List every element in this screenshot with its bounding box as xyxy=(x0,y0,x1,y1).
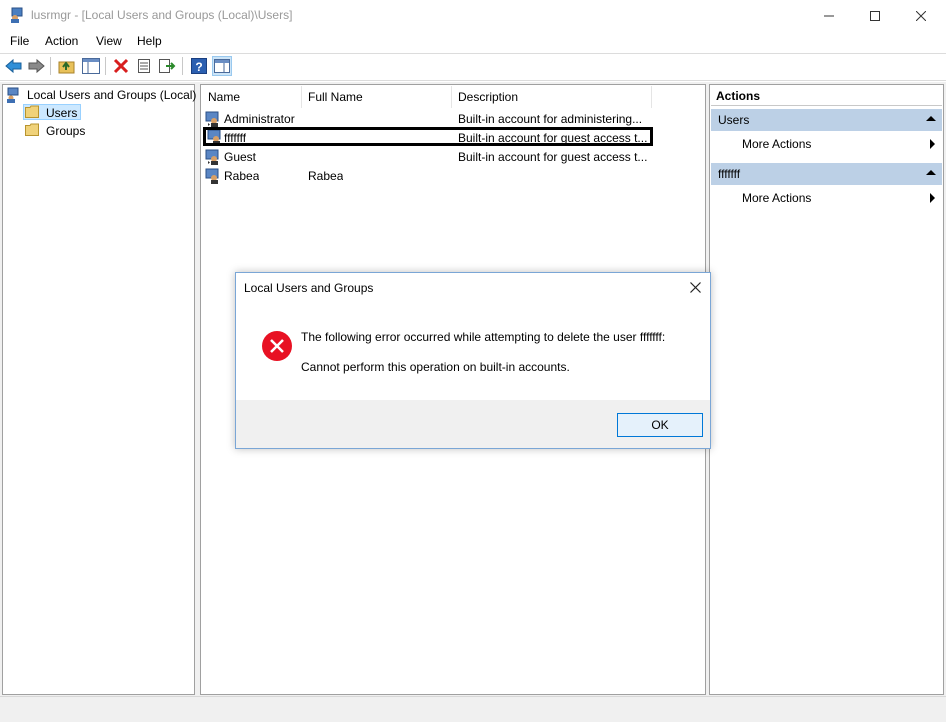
actions-section-users[interactable]: Users xyxy=(711,109,942,131)
actions-section-selected-user[interactable]: fffffff xyxy=(711,163,942,185)
toolbar-separator xyxy=(50,57,51,75)
delete-icon xyxy=(113,58,129,74)
maximize-button[interactable] xyxy=(852,0,898,31)
show-hide-tree-button[interactable] xyxy=(81,56,101,76)
user-icon xyxy=(205,149,221,165)
submenu-arrow-icon xyxy=(930,139,935,149)
column-header-full-name[interactable]: Full Name xyxy=(302,86,452,108)
close-icon xyxy=(689,281,701,293)
error-icon xyxy=(261,330,293,362)
menu-help[interactable]: Help xyxy=(137,34,162,48)
close-icon xyxy=(916,10,926,21)
folder-icon xyxy=(25,123,39,136)
selected-row-outline xyxy=(203,127,653,146)
properties-icon xyxy=(138,59,150,73)
error-message-line-2: Cannot perform this operation on built-i… xyxy=(301,360,570,374)
submenu-arrow-icon xyxy=(930,193,935,203)
show-hide-tree-icon xyxy=(82,58,100,74)
export-list-icon xyxy=(159,59,176,73)
description-cell: Built-in account for guest access t... xyxy=(458,150,648,164)
lusrmgr-app-icon xyxy=(9,7,25,23)
user-icon xyxy=(205,111,221,127)
user-name-cell[interactable]: Guest xyxy=(224,150,256,164)
delete-button[interactable] xyxy=(111,56,131,76)
user-name-cell[interactable]: Rabea xyxy=(224,169,259,183)
status-bar xyxy=(0,696,946,722)
collapse-up-icon[interactable] xyxy=(926,170,936,175)
dialog-title: Local Users and Groups xyxy=(244,281,374,295)
show-action-pane-button[interactable] xyxy=(212,56,232,76)
toolbar-separator xyxy=(105,57,106,75)
full-name-cell: Rabea xyxy=(308,169,344,183)
export-list-button[interactable] xyxy=(157,56,177,76)
more-actions-link[interactable]: More Actions xyxy=(742,137,811,151)
tree-item-groups[interactable]: Groups xyxy=(46,124,85,138)
actions-title: Actions xyxy=(711,86,942,106)
svg-text:?: ? xyxy=(195,60,202,74)
close-button[interactable] xyxy=(898,0,944,31)
console-tree-pane xyxy=(2,84,195,695)
tree-root[interactable]: Local Users and Groups (Local) xyxy=(27,88,196,102)
collapse-up-icon[interactable] xyxy=(926,116,936,121)
column-header-description[interactable]: Description xyxy=(452,86,652,108)
menu-file[interactable]: File xyxy=(10,34,29,48)
window-title: lusrmgr - [Local Users and Groups (Local… xyxy=(31,8,293,22)
back-button[interactable] xyxy=(4,56,24,76)
menu-action[interactable]: Action xyxy=(45,34,78,48)
maximize-icon xyxy=(870,10,880,21)
menu-view[interactable]: View xyxy=(96,34,122,48)
column-header-name[interactable]: Name xyxy=(202,86,302,108)
computer-users-icon xyxy=(6,87,22,103)
properties-button[interactable] xyxy=(134,56,154,76)
minimize-button[interactable] xyxy=(806,0,852,31)
folder-icon xyxy=(25,105,39,118)
user-name-cell[interactable]: Administrator xyxy=(224,112,295,126)
back-arrow-icon xyxy=(5,58,22,74)
error-message-line-1: The following error occurred while attem… xyxy=(301,330,666,344)
help-button[interactable]: ? xyxy=(189,56,209,76)
up-level-button[interactable] xyxy=(57,56,77,76)
toolbar-separator xyxy=(182,57,183,75)
description-cell: Built-in account for administering... xyxy=(458,112,643,126)
user-icon xyxy=(205,168,221,184)
tree-item-users[interactable]: Users xyxy=(46,106,77,120)
help-icon: ? xyxy=(191,58,207,74)
dialog-close-button[interactable] xyxy=(684,277,706,297)
forward-arrow-icon xyxy=(28,58,45,74)
forward-button[interactable] xyxy=(26,56,46,76)
more-actions-link[interactable]: More Actions xyxy=(742,191,811,205)
show-action-pane-icon xyxy=(214,59,230,73)
up-folder-icon xyxy=(58,61,75,74)
ok-button[interactable]: OK xyxy=(617,413,703,437)
minimize-icon xyxy=(824,15,834,16)
